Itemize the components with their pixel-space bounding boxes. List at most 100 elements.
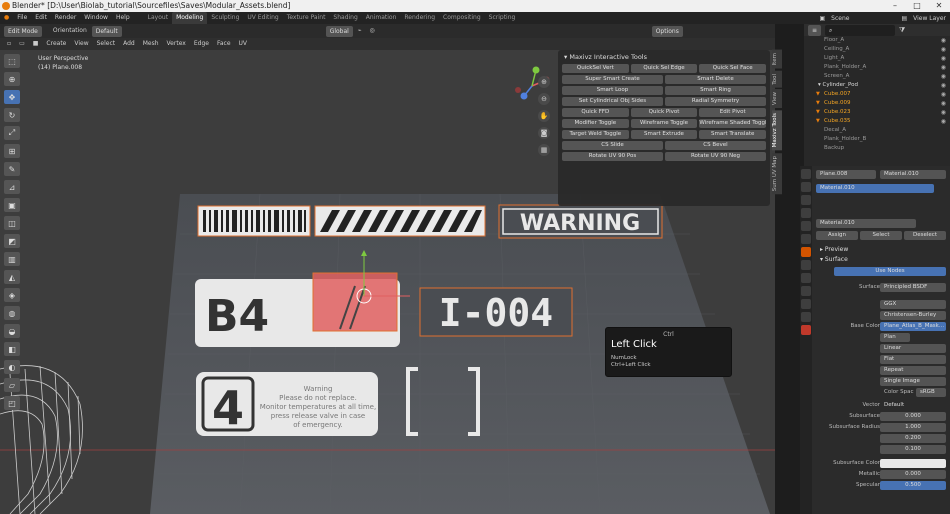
- constraints-tab-icon[interactable]: [801, 299, 811, 309]
- preview-section-header[interactable]: ▸ Preview: [814, 245, 950, 255]
- metallic-field[interactable]: 0.000: [880, 470, 946, 479]
- target-weld-toggle-button[interactable]: Target Weld Toggle: [562, 130, 629, 139]
- outliner-item[interactable]: Plank_Holder_B: [804, 135, 950, 144]
- tool-tab-icon[interactable]: [801, 169, 811, 179]
- visibility-eye-icon[interactable]: ◉: [941, 54, 946, 63]
- workspace-tab-modeling[interactable]: Modeling: [172, 12, 208, 24]
- physics-tab-icon[interactable]: [801, 286, 811, 296]
- menu-uv[interactable]: UV: [236, 37, 251, 51]
- distribution-dropdown[interactable]: GGX: [880, 300, 946, 309]
- options-dropdown[interactable]: Options: [651, 25, 683, 37]
- view-layer-tab-icon[interactable]: [801, 208, 811, 218]
- smart-delete-button[interactable]: Smart Delete: [665, 75, 766, 84]
- menu-window[interactable]: Window: [80, 12, 112, 24]
- workspace-tab-shading[interactable]: Shading: [329, 12, 361, 24]
- cursor-tool-icon[interactable]: ⊕: [4, 72, 20, 86]
- menu-help[interactable]: Help: [112, 12, 134, 24]
- menu-edit[interactable]: Edit: [31, 12, 51, 24]
- tab-tool[interactable]: Tool: [772, 70, 782, 88]
- outliner-item[interactable]: ▼ Cube.007 ◉: [804, 90, 950, 99]
- radial-symmetry-button[interactable]: Radial Symmetry: [665, 97, 766, 106]
- render-tab-icon[interactable]: [801, 182, 811, 192]
- tab-sum-uv-map[interactable]: Sum UV Map: [772, 152, 782, 194]
- outliner-search-input[interactable]: ⌕: [825, 24, 896, 36]
- super-smart-create-button[interactable]: Super Smart Create: [562, 75, 663, 84]
- material-slot[interactable]: Material.010: [816, 184, 934, 193]
- menu-create[interactable]: Create: [43, 37, 69, 51]
- vector-value[interactable]: Default: [880, 401, 946, 410]
- smart-loop-button[interactable]: Smart Loop: [562, 86, 663, 95]
- cs-slide-button[interactable]: CS Slide: [562, 141, 663, 150]
- output-tab-icon[interactable]: [801, 195, 811, 205]
- extension-dropdown[interactable]: Repeat: [880, 366, 946, 375]
- subsurface-field[interactable]: 0.000: [880, 412, 946, 421]
- surface-section-header[interactable]: ▾ Surface: [814, 255, 950, 265]
- rotate-tool-icon[interactable]: ↻: [4, 108, 20, 122]
- modifier-toggle-button[interactable]: Modifier Toggle: [562, 119, 629, 128]
- select-tool-icon[interactable]: ⬚: [4, 54, 20, 68]
- rip-tool-icon[interactable]: ◰: [4, 396, 20, 410]
- zoom-icon[interactable]: ⊕: [538, 76, 550, 88]
- bevel-tool-icon[interactable]: ◩: [4, 234, 20, 248]
- outliner-item[interactable]: ▼ Cube.023 ◉: [804, 108, 950, 117]
- select-mode-face-icon[interactable]: ■: [30, 37, 42, 51]
- workspace-tab-rendering[interactable]: Rendering: [400, 12, 439, 24]
- surface-shader-dropdown[interactable]: Principled BSDF: [880, 283, 946, 292]
- modifier-tab-icon[interactable]: [801, 260, 811, 270]
- material-tab-field[interactable]: Material.010: [880, 170, 946, 179]
- quick-sel-vert-button[interactable]: QuickSel Vert: [562, 64, 629, 73]
- menu-select[interactable]: Select: [94, 37, 119, 51]
- camera-icon[interactable]: ◙: [538, 127, 550, 139]
- view-layer-icon[interactable]: ▤: [901, 15, 907, 22]
- workspace-tab-compositing[interactable]: Compositing: [439, 12, 485, 24]
- quick-sel-face-button[interactable]: Quick Sel Face: [699, 64, 767, 73]
- outliner-item[interactable]: ▼ Cube.009 ◉: [804, 99, 950, 108]
- scene-selector[interactable]: Scene: [831, 15, 849, 22]
- edge-slide-tool-icon[interactable]: ◧: [4, 342, 20, 356]
- blender-menu-icon[interactable]: ●: [0, 12, 13, 24]
- subsurface-method-dropdown[interactable]: Christensen-Burley: [880, 311, 946, 320]
- rotate-uv-neg-button[interactable]: Rotate UV 90 Neg: [665, 152, 766, 161]
- move-tool-icon[interactable]: ✥: [4, 90, 20, 104]
- visibility-eye-icon[interactable]: ◉: [941, 63, 946, 72]
- scene-tab-icon[interactable]: [801, 221, 811, 231]
- workspace-tab-animation[interactable]: Animation: [362, 12, 401, 24]
- menu-view[interactable]: View: [71, 37, 91, 51]
- base-color-texture[interactable]: Plane_Atlas_B_Mask...: [880, 322, 946, 331]
- view-layer-selector[interactable]: View Layer: [913, 15, 946, 22]
- outliner-item[interactable]: Light_A ◉: [804, 54, 950, 63]
- menu-vertex[interactable]: Vertex: [164, 37, 189, 51]
- zoom-out-icon[interactable]: ⊖: [538, 93, 550, 105]
- menu-edge[interactable]: Edge: [191, 37, 212, 51]
- wireframe-toggle-button[interactable]: Wireframe Toggle: [630, 119, 698, 128]
- data-tab-icon[interactable]: [801, 312, 811, 322]
- outliner-item[interactable]: ▼ Cube.035 ◉: [804, 117, 950, 126]
- 3d-viewport[interactable]: WARNING B4 I-004 4 Warning Please do not…: [0, 24, 775, 514]
- visibility-eye-icon[interactable]: ◉: [941, 81, 946, 90]
- scene-icon[interactable]: ▣: [819, 15, 825, 22]
- object-tab-icon[interactable]: [801, 247, 811, 257]
- select-mode-edge-icon[interactable]: ▭: [16, 37, 28, 51]
- annotate-tool-icon[interactable]: ✎: [4, 162, 20, 176]
- grid-view-icon[interactable]: ▦: [538, 144, 550, 156]
- rotate-uv-pos-button[interactable]: Rotate UV 90 Pos: [562, 152, 663, 161]
- visibility-eye-icon[interactable]: ◉: [941, 117, 946, 126]
- mode-selector[interactable]: Edit Mode: [4, 25, 42, 37]
- smooth-tool-icon[interactable]: ◒: [4, 324, 20, 338]
- image-name-field[interactable]: Plan: [880, 333, 910, 342]
- object-name-field[interactable]: Plane.008: [816, 170, 876, 179]
- visibility-eye-icon[interactable]: ◉: [941, 36, 946, 45]
- particles-tab-icon[interactable]: [801, 273, 811, 283]
- shear-tool-icon[interactable]: ▱: [4, 378, 20, 392]
- minimize-button[interactable]: –: [884, 0, 906, 12]
- measure-tool-icon[interactable]: ⊿: [4, 180, 20, 194]
- assign-button[interactable]: Assign: [816, 231, 858, 240]
- deselect-button[interactable]: Deselect: [904, 231, 946, 240]
- outliner-item[interactable]: Screen_A ◉: [804, 72, 950, 81]
- material-tab-icon[interactable]: [801, 325, 811, 335]
- cs-bevel-button[interactable]: CS Bevel: [665, 141, 766, 150]
- projection-dropdown[interactable]: Flat: [880, 355, 946, 364]
- wireframe-shaded-toggle-button[interactable]: Wireframe Shaded Toggle: [699, 119, 767, 128]
- workspace-tab-layout[interactable]: Layout: [144, 12, 172, 24]
- poly-build-tool-icon[interactable]: ◈: [4, 288, 20, 302]
